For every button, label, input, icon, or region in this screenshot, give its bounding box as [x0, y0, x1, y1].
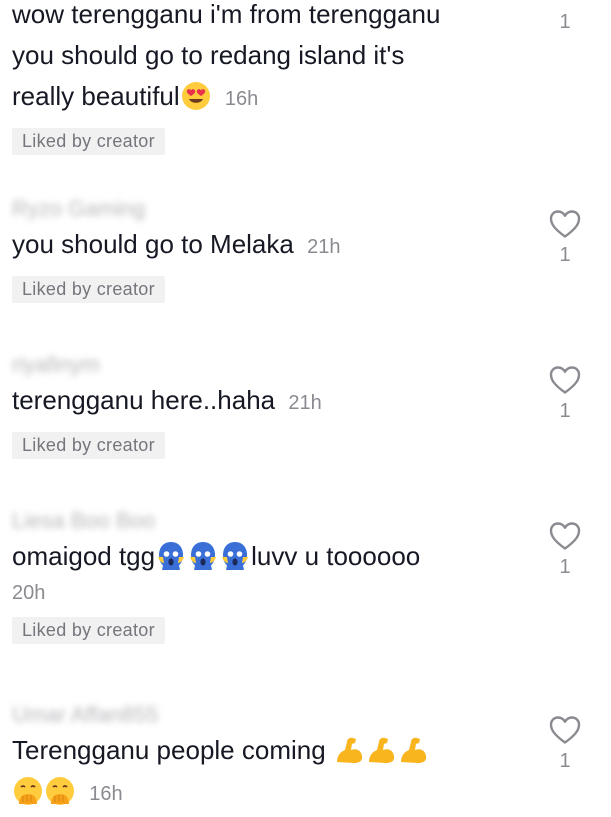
- like-count-column: 1: [547, 209, 583, 267]
- comment-timestamp: 20h: [12, 582, 46, 604]
- like-count: 1: [559, 244, 571, 266]
- comment-text: terengganu here..haha 21h: [12, 380, 517, 424]
- like-count: 1: [559, 556, 571, 578]
- scream-emoji: [220, 541, 250, 571]
- comment-text: Terengganu people coming 16h: [12, 730, 517, 815]
- heart-eyes-emoji: [181, 81, 211, 111]
- liked-by-creator-badge: Liked by creator: [12, 276, 165, 303]
- comment-item: riyafinym terengganu here..haha 21h Like…: [12, 350, 611, 459]
- comment-username[interactable]: Ryzo Gaming: [12, 194, 611, 224]
- comment-username[interactable]: riyafinym: [12, 350, 611, 380]
- heart-icon[interactable]: [547, 209, 583, 239]
- comment-text-line: wow terengganu i'm from terengganu: [12, 0, 441, 29]
- comment-item: Ryzo Gaming you should go to Melaka 21h …: [12, 194, 611, 303]
- like-count-column: 1: [547, 715, 583, 773]
- heart-icon[interactable]: [547, 365, 583, 395]
- heart-icon[interactable]: [547, 521, 583, 551]
- comment-text: wow terengganu i'm from terengganu you s…: [12, 0, 517, 120]
- comment-text-line: really beautiful: [12, 81, 180, 111]
- comment-timestamp: 16h: [89, 783, 123, 805]
- flexed-biceps-emoji: [334, 735, 364, 765]
- like-count-column: 1: [547, 6, 583, 34]
- comment-item: Umar Affan855 Terengganu people coming 1…: [12, 700, 611, 815]
- like-count-column: 1: [547, 365, 583, 423]
- liked-by-creator-badge: Liked by creator: [12, 617, 165, 644]
- comment-item: wow terengganu i'm from terengganu you s…: [12, 0, 611, 155]
- comment-timestamp: 21h: [288, 392, 322, 414]
- hand-over-mouth-emoji: [45, 776, 75, 806]
- liked-by-creator-badge: Liked by creator: [12, 128, 165, 155]
- like-count-column: 1: [547, 521, 583, 579]
- comment-text-body: terengganu here..haha: [12, 385, 276, 415]
- comment-username[interactable]: Umar Affan855: [12, 700, 611, 730]
- like-count: 1: [559, 400, 571, 422]
- comment-text-body: luvv u toooooo: [251, 541, 421, 571]
- comment-item: Liesa Boo Boo omaigod tgg luvv u toooooo …: [12, 506, 611, 644]
- comment-text: you should go to Melaka 21h: [12, 224, 517, 268]
- heart-icon[interactable]: [547, 715, 583, 745]
- comment-text-body: you should go to Melaka: [12, 229, 294, 259]
- like-count: 1: [559, 750, 571, 772]
- like-count: 1: [559, 11, 571, 33]
- flexed-biceps-emoji: [398, 735, 428, 765]
- comment-timestamp: 21h: [307, 236, 341, 258]
- comment-timestamp: 16h: [224, 88, 259, 110]
- comment-text-line: you should go to redang island it's: [12, 40, 405, 70]
- scream-emoji: [156, 541, 186, 571]
- liked-by-creator-badge: Liked by creator: [12, 432, 165, 459]
- scream-emoji: [188, 541, 218, 571]
- comment-text: omaigod tgg luvv u toooooo: [12, 536, 517, 577]
- comment-username[interactable]: Liesa Boo Boo: [12, 506, 611, 536]
- flexed-biceps-emoji: [366, 735, 396, 765]
- hand-over-mouth-emoji: [13, 776, 43, 806]
- comment-text-body: Terengganu people coming: [12, 735, 326, 765]
- comment-text-body: omaigod tgg: [12, 541, 156, 571]
